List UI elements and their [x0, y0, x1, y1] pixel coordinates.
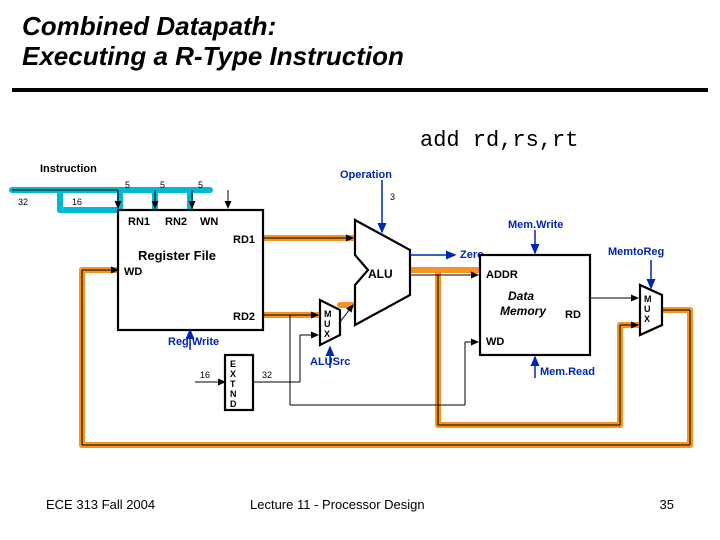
svg-text:U: U [324, 319, 331, 329]
svg-text:5: 5 [125, 180, 130, 190]
bus-16: 16 [72, 197, 82, 207]
svg-text:16: 16 [200, 370, 210, 380]
title-line-2: Executing a R-Type Instruction [22, 41, 404, 71]
footer-course: ECE 313 Fall 2004 [46, 497, 155, 512]
bus-32-a: 32 [18, 197, 28, 207]
svg-text:M: M [324, 309, 332, 319]
rd2-label: RD2 [233, 311, 255, 323]
addr-label: ADDR [486, 269, 518, 281]
svg-text:5: 5 [198, 180, 203, 190]
memread-label: Mem.Read [540, 366, 595, 378]
instruction-label: Instruction [40, 163, 97, 175]
memtoreg-label: MemtoReg [608, 246, 664, 258]
svg-text:T: T [230, 379, 236, 389]
svg-text:E: E [230, 359, 236, 369]
svg-text:N: N [230, 389, 237, 399]
svg-text:X: X [230, 369, 236, 379]
svg-text:M: M [644, 294, 652, 304]
svg-text:X: X [324, 329, 330, 339]
rd1-label: RD1 [233, 234, 255, 246]
svg-text:3: 3 [390, 192, 395, 202]
operation-label: Operation [340, 169, 392, 181]
footer-page: 35 [660, 497, 674, 512]
title-line-1: Combined Datapath: [22, 11, 276, 41]
rn2-label: RN2 [165, 216, 187, 228]
regfile-title: Register File [138, 248, 216, 263]
alu-label: ALU [368, 267, 393, 281]
slide-title: Combined Datapath: Executing a R-Type In… [22, 12, 404, 72]
svg-text:32: 32 [262, 370, 272, 380]
rn1-label: RN1 [128, 216, 150, 228]
memwrite-label: Mem.Write [508, 219, 563, 231]
memwd-label: WD [486, 336, 504, 348]
wn-label: WN [200, 216, 218, 228]
title-underline [12, 88, 708, 92]
wd-label: WD [124, 266, 142, 278]
mem-title1: Data [508, 289, 534, 303]
datapath-diagram: Instruction 32 16 5 5 5 RN1 RN2 WN RD1 R… [0, 150, 720, 470]
svg-text:X: X [644, 314, 650, 324]
rd-label: RD [565, 309, 581, 321]
regwrite-label: Reg.Write [168, 336, 219, 348]
svg-text:U: U [644, 304, 651, 314]
footer-lecture: Lecture 11 - Processor Design [250, 497, 425, 512]
svg-text:D: D [230, 399, 237, 409]
svg-text:5: 5 [160, 180, 165, 190]
mem-title2: Memory [500, 304, 547, 318]
